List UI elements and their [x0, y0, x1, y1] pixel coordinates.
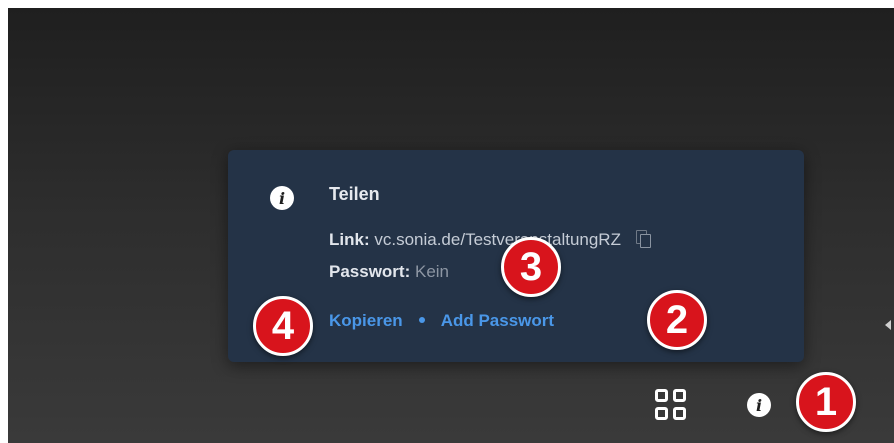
- grid-view-icon[interactable]: [655, 389, 687, 421]
- password-row: Passwort: Kein: [329, 262, 449, 282]
- annotation-badge-4: 4: [253, 296, 313, 356]
- info-icon[interactable]: i: [747, 393, 771, 417]
- popup-title: Teilen: [329, 184, 380, 204]
- separator-dot: [418, 317, 425, 323]
- annotation-badge-2: 2: [647, 290, 707, 350]
- add-password-button[interactable]: Add Passwort: [441, 311, 554, 330]
- chevron-left-icon[interactable]: [885, 320, 891, 330]
- link-row: Link: vc.sonia.de/TestveranstaltungRZ: [329, 230, 651, 250]
- copy-link-button[interactable]: Kopieren: [329, 311, 403, 330]
- annotation-badge-3: 3: [501, 237, 561, 297]
- link-label: Link:: [329, 230, 370, 249]
- annotation-badge-1: 1: [796, 372, 856, 432]
- info-icon: i: [270, 186, 294, 210]
- password-label: Passwort:: [329, 262, 411, 281]
- copy-icon[interactable]: [635, 230, 651, 248]
- popup-actions: Kopieren Add Passwort: [329, 311, 554, 331]
- link-value: vc.sonia.de/TestveranstaltungRZ: [374, 230, 621, 249]
- password-value: Kein: [414, 262, 450, 281]
